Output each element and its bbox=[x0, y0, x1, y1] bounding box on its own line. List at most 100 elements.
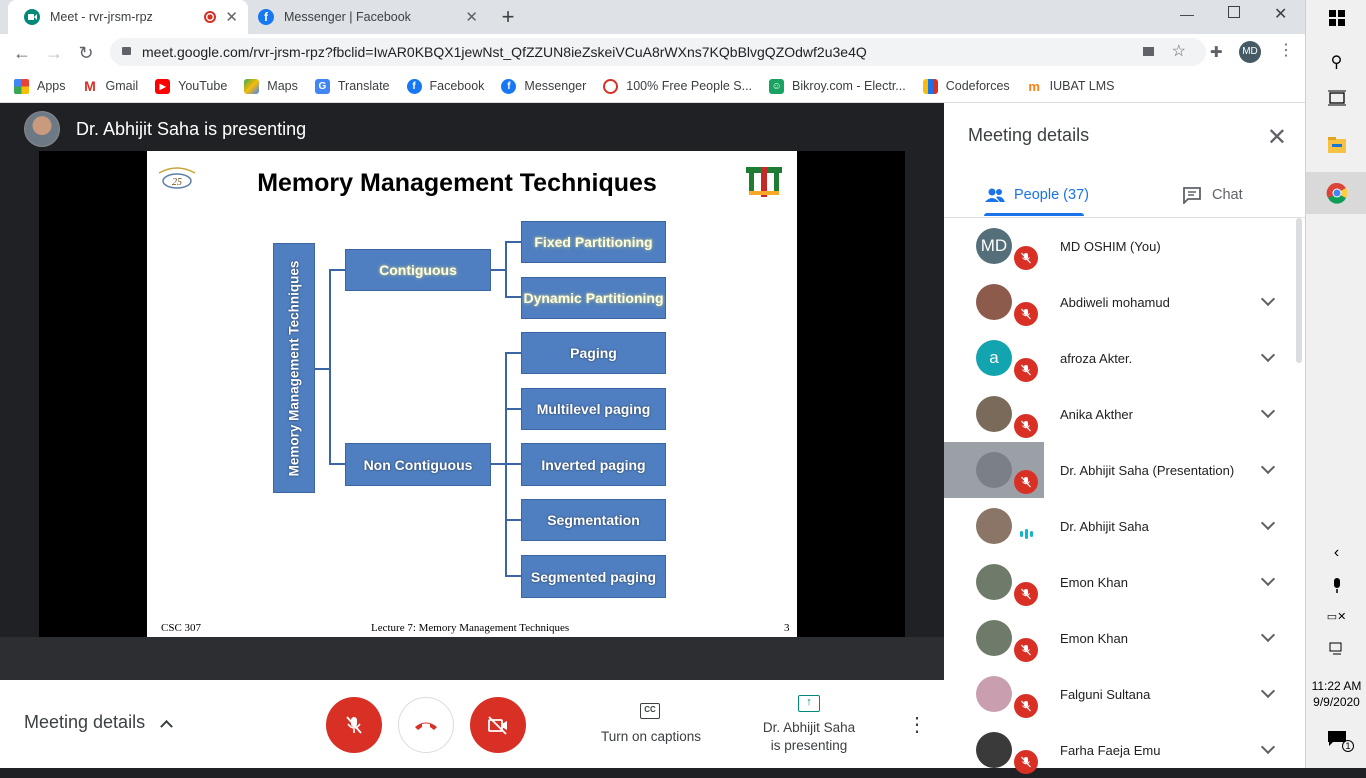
present-screen-icon[interactable]: ↑ bbox=[798, 695, 820, 712]
bikroy-icon: ☺ bbox=[769, 78, 785, 94]
participant-row[interactable]: a afroza Akter. bbox=[944, 330, 1305, 386]
camera-icon[interactable] bbox=[1143, 47, 1154, 56]
bookmark-messenger[interactable]: f Messenger bbox=[501, 78, 586, 94]
tab-title: Messenger | Facebook bbox=[284, 10, 411, 24]
meet-control-bar: Meeting details CC Turn on captions ↑ Dr… bbox=[0, 680, 944, 768]
participant-avatar-cell bbox=[944, 666, 1044, 722]
participant-row[interactable]: Dr. Abhijit Saha (Presentation) bbox=[944, 442, 1305, 498]
paging-box: Paging bbox=[521, 332, 666, 374]
meeting-details-panel: Meeting details ✕ People (37) Chat MD MD … bbox=[944, 103, 1305, 774]
segmented-paging-box: Segmented paging bbox=[521, 555, 666, 598]
chevron-down-icon[interactable] bbox=[1260, 683, 1276, 699]
participant-avatar-cell bbox=[944, 554, 1044, 610]
participant-row[interactable]: Farha Faeja Emu bbox=[944, 722, 1305, 778]
close-icon[interactable]: ✕ bbox=[225, 8, 238, 26]
chevron-down-icon[interactable] bbox=[1260, 571, 1276, 587]
meeting-details-label: Meeting details bbox=[24, 712, 146, 732]
translate-icon: G bbox=[314, 78, 330, 94]
avatar bbox=[976, 452, 1012, 488]
tab-chat[interactable]: Chat bbox=[1182, 173, 1243, 217]
minimize-button[interactable]: — bbox=[1180, 6, 1194, 22]
clock-time: 11:22 AM bbox=[1311, 679, 1362, 693]
notifications-icon[interactable]: 1 bbox=[1306, 730, 1366, 752]
participant-name: Emon Khan bbox=[1060, 574, 1128, 590]
tab-people[interactable]: People (37) bbox=[984, 173, 1089, 217]
profile-avatar[interactable]: MD bbox=[1239, 41, 1261, 63]
participant-row[interactable]: Emon Khan bbox=[944, 554, 1305, 610]
bookmark-iubat-lms[interactable]: m IUBAT LMS bbox=[1027, 79, 1114, 94]
university-logo bbox=[743, 163, 785, 199]
window-close-button[interactable]: ✕ bbox=[1274, 4, 1287, 24]
people-list-scrollbar[interactable] bbox=[1296, 218, 1302, 363]
back-button[interactable]: ← bbox=[10, 41, 34, 65]
participant-row[interactable]: Falguni Sultana bbox=[944, 666, 1305, 722]
presenting-status[interactable]: Dr. Abhijit Saha is presenting bbox=[752, 719, 866, 755]
presenter-text: Dr. Abhijit Saha is presenting bbox=[76, 118, 307, 139]
meet-icon bbox=[24, 9, 40, 25]
participant-row[interactable]: Dr. Abhijit Saha bbox=[944, 498, 1305, 554]
extensions-icon[interactable]: ✚ bbox=[1210, 43, 1223, 61]
gmail-icon: M bbox=[84, 78, 96, 94]
menu-icon[interactable]: ⋮ bbox=[1278, 40, 1294, 60]
bookmark-translate[interactable]: G Translate bbox=[314, 78, 390, 94]
restore-button[interactable] bbox=[1228, 6, 1240, 18]
chevron-down-icon[interactable] bbox=[1260, 403, 1276, 419]
close-icon[interactable]: ✕ bbox=[465, 8, 478, 26]
non-contiguous-box: Non Contiguous bbox=[345, 443, 491, 486]
chevron-down-icon[interactable] bbox=[1260, 739, 1276, 755]
captions-label[interactable]: Turn on captions bbox=[592, 728, 710, 746]
microphone-tray-icon[interactable] bbox=[1306, 578, 1366, 594]
star-icon[interactable]: ☆ bbox=[1172, 38, 1186, 66]
hang-up-icon bbox=[415, 722, 437, 730]
forward-button[interactable]: → bbox=[42, 41, 66, 65]
participant-row[interactable]: MD MD OSHIM (You) bbox=[944, 218, 1305, 274]
active-tab-indicator bbox=[984, 213, 1084, 216]
windows-start-icon[interactable] bbox=[1306, 10, 1366, 26]
people-tab-label: People (37) bbox=[1014, 187, 1089, 203]
bookmark-youtube[interactable]: ▶ YouTube bbox=[155, 78, 227, 94]
task-view-icon[interactable] bbox=[1306, 90, 1366, 106]
search-icon[interactable]: ⚲ bbox=[1306, 52, 1366, 72]
tab-messenger[interactable]: f Messenger | Facebook ✕ bbox=[250, 0, 488, 34]
bookmark-codeforces[interactable]: Codeforces bbox=[922, 78, 1010, 94]
chrome-taskbar-icon[interactable] bbox=[1306, 172, 1366, 214]
closed-captions-icon[interactable]: CC bbox=[640, 703, 660, 719]
tab-meet[interactable]: Meet - rvr-jrsm-rpz ✕ bbox=[8, 0, 248, 34]
more-options-icon[interactable]: ⋮ bbox=[907, 712, 927, 737]
bookmark-apps[interactable]: Apps bbox=[14, 78, 66, 94]
avatar bbox=[976, 396, 1012, 432]
network-icon[interactable] bbox=[1306, 642, 1366, 656]
bookmark-gmail[interactable]: M Gmail bbox=[83, 78, 138, 94]
camera-toggle-button[interactable] bbox=[470, 697, 526, 753]
bookmark-bikroy[interactable]: ☺ Bikroy.com - Electr... bbox=[769, 78, 906, 94]
file-explorer-icon[interactable] bbox=[1306, 136, 1366, 154]
leave-call-button[interactable] bbox=[398, 697, 454, 753]
chevron-down-icon[interactable] bbox=[1260, 627, 1276, 643]
dynamic-partitioning-box: Dynamic Partitioning bbox=[521, 277, 666, 319]
chevron-left-icon[interactable]: ‹ bbox=[1306, 544, 1366, 562]
chevron-down-icon[interactable] bbox=[1260, 347, 1276, 363]
presenter-banner: Dr. Abhijit Saha is presenting bbox=[24, 111, 306, 147]
chevron-down-icon[interactable] bbox=[1260, 291, 1276, 307]
meeting-details-toggle[interactable]: Meeting details bbox=[24, 712, 173, 733]
bookmark-facebook[interactable]: f Facebook bbox=[406, 78, 484, 94]
mic-off-icon bbox=[1014, 750, 1038, 774]
participant-name: Emon Khan bbox=[1060, 630, 1128, 646]
vertical-root-label: Memory Management Techniques bbox=[286, 260, 302, 476]
chevron-down-icon[interactable] bbox=[1260, 515, 1276, 531]
participant-row[interactable]: Abdiweli mohamud bbox=[944, 274, 1305, 330]
new-tab-button[interactable]: + bbox=[496, 5, 520, 29]
close-panel-button[interactable]: ✕ bbox=[1267, 123, 1287, 152]
battery-icon[interactable]: ▭✕ bbox=[1306, 610, 1366, 623]
microphone-toggle-button[interactable] bbox=[326, 697, 382, 753]
address-bar[interactable]: meet.google.com/rvr-jrsm-rpz?fbclid=IwAR… bbox=[110, 38, 1206, 66]
reload-button[interactable]: ↻ bbox=[74, 41, 98, 65]
chevron-down-icon[interactable] bbox=[1260, 459, 1276, 475]
presentation-video[interactable]: 25 Memory Management Techniques Memory M… bbox=[39, 151, 905, 637]
bookmark-maps[interactable]: Maps bbox=[244, 78, 298, 94]
participant-row[interactable]: Anika Akther bbox=[944, 386, 1305, 442]
clock-date: 9/9/2020 bbox=[1313, 695, 1360, 709]
system-clock[interactable]: 11:22 AM 9/9/2020 bbox=[1306, 678, 1366, 710]
bookmark-free-people[interactable]: 100% Free People S... bbox=[603, 78, 752, 94]
participant-row[interactable]: Emon Khan bbox=[944, 610, 1305, 666]
